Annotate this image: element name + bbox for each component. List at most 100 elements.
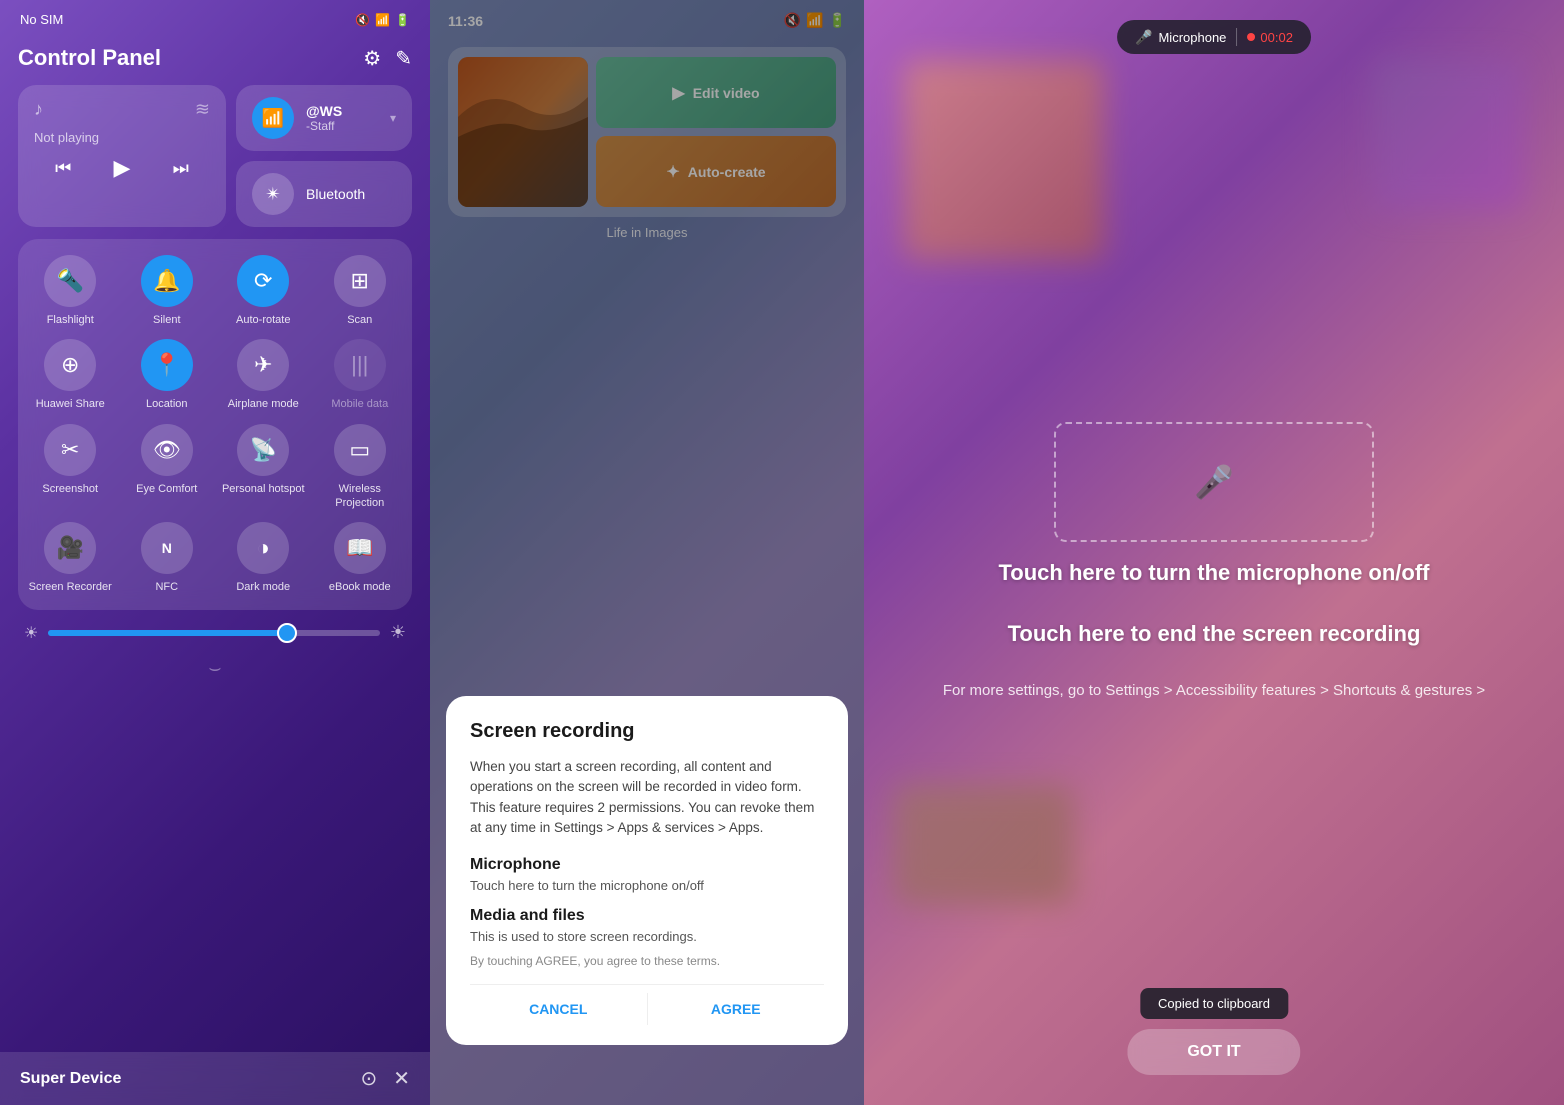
bluetooth-icon: ✴ xyxy=(265,184,280,205)
screenshot-toggle[interactable]: ✂ Screenshot xyxy=(28,424,113,511)
wifi-widget[interactable]: 📶 @WS -Staff ▾ xyxy=(236,85,412,151)
quick-toggles-grid: 🔦 Flashlight 🔔 Silent ⟳ Auto-rotate ⊞ xyxy=(18,239,412,610)
autorotate-toggle[interactable]: ⟳ Auto-rotate xyxy=(221,255,306,327)
super-device-label: Super Device xyxy=(20,1070,121,1088)
media-controls: ⏮ ▶ ⏭ xyxy=(34,155,210,181)
location-icon-bg: 📍 xyxy=(141,339,193,391)
mic-dashed-rect: 🎤 xyxy=(1054,422,1374,542)
nfc-toggle[interactable]: N NFC xyxy=(125,522,210,594)
autorotate-icon-bg: ⟳ xyxy=(237,255,289,307)
nfc-label: NFC xyxy=(155,580,178,594)
screen-recorder-icon-bg: 🎥 xyxy=(44,522,96,574)
music-icon: ♪ xyxy=(34,99,43,120)
brightness-high-icon: ☀ xyxy=(390,622,406,643)
hotspot-icon: 📡 xyxy=(250,437,277,463)
got-it-button[interactable]: GOT IT xyxy=(1127,1029,1300,1075)
mobile-data-toggle[interactable]: ||| Mobile data xyxy=(318,339,403,411)
right-widgets: 📶 @WS -Staff ▾ ✴ Bluetooth xyxy=(236,85,412,227)
battery-icon: 🔋 xyxy=(395,13,410,27)
agree-button[interactable]: AGREE xyxy=(648,989,825,1029)
drag-handle: ⌣ xyxy=(18,657,412,680)
ebook-icon-bg: 📖 xyxy=(334,522,386,574)
play-button[interactable]: ▶ xyxy=(114,155,131,181)
status-bar-1: No SIM 🔇 📶 🔋 xyxy=(0,0,430,35)
brightness-fill xyxy=(48,630,287,636)
scan-icon: ⊞ xyxy=(351,268,369,294)
mic-pill-left: 🎤 Microphone xyxy=(1135,29,1226,46)
bluetooth-widget[interactable]: ✴ Bluetooth xyxy=(236,161,412,227)
silent-toggle[interactable]: 🔔 Silent xyxy=(125,255,210,327)
dialog-buttons: CANCEL AGREE xyxy=(470,989,824,1029)
brightness-slider[interactable] xyxy=(48,630,380,636)
cp-header-icons: ⚙ ✎ xyxy=(363,46,412,71)
media-section-title: Media and files xyxy=(470,907,824,925)
settings-icon[interactable]: ⚙ xyxy=(363,46,381,71)
dark-mode-icon-bg: ◑ xyxy=(237,522,289,574)
flashlight-icon: 🔦 xyxy=(57,268,84,294)
scan-label: Scan xyxy=(347,313,372,327)
flashlight-toggle[interactable]: 🔦 Flashlight xyxy=(28,255,113,327)
screenshot-icon: ✂ xyxy=(61,437,79,463)
hotspot-toggle[interactable]: 📡 Personal hotspot xyxy=(221,424,306,511)
settings-note-text: For more settings, go to Settings > Acce… xyxy=(943,680,1485,703)
hotspot-icon-bg: 📡 xyxy=(237,424,289,476)
screen-recorder-label: Screen Recorder xyxy=(29,580,112,594)
dialog-title: Screen recording xyxy=(470,720,824,743)
huawei-share-toggle[interactable]: ⊕ Huawei Share xyxy=(28,339,113,411)
screen-recording-dialog: Screen recording When you start a screen… xyxy=(446,696,848,1045)
clipboard-toast: Copied to clipboard xyxy=(1140,988,1288,1019)
scan-toggle[interactable]: ⊞ Scan xyxy=(318,255,403,327)
huawei-share-icon-bg: ⊕ xyxy=(44,339,96,391)
carrier-label: No SIM xyxy=(20,12,63,27)
media-widget[interactable]: ♪ ≋ Not playing ⏮ ▶ ⏭ xyxy=(18,85,226,227)
instructions-content: 🎤 Touch here to turn the microphone on/o… xyxy=(864,0,1564,1105)
wireless-projection-toggle[interactable]: ▭ Wireless Projection xyxy=(318,424,403,511)
cp-title: Control Panel xyxy=(18,45,161,71)
bluetooth-label: Bluetooth xyxy=(306,186,365,202)
mobile-data-icon-bg: ||| xyxy=(334,339,386,391)
dialog-divider xyxy=(470,984,824,985)
dark-mode-toggle[interactable]: ◑ Dark mode xyxy=(221,522,306,594)
mic-large-icon: 🎤 xyxy=(1194,463,1234,501)
end-recording-text: Touch here to end the screen recording xyxy=(1008,619,1421,650)
dialog-overlay: Screen recording When you start a screen… xyxy=(430,0,864,1105)
wireless-proj-label: Wireless Projection xyxy=(318,482,403,511)
rec-time: 00:02 xyxy=(1260,30,1293,45)
eye-comfort-icon-bg: 👁 xyxy=(141,424,193,476)
eye-comfort-toggle[interactable]: 👁 Eye Comfort xyxy=(125,424,210,511)
cancel-button[interactable]: CANCEL xyxy=(470,989,647,1029)
not-playing-label: Not playing xyxy=(34,130,210,145)
wave-icon: ≋ xyxy=(195,99,210,120)
media-section-desc: This is used to store screen recordings. xyxy=(470,929,824,944)
super-device-icons: ⊙ ✕ xyxy=(360,1066,410,1091)
brightness-thumb xyxy=(277,623,297,643)
wifi-name: @WS xyxy=(306,103,378,119)
location-toggle[interactable]: 📍 Location xyxy=(125,339,210,411)
edit-icon[interactable]: ✎ xyxy=(395,46,412,71)
silent-icon: 🔔 xyxy=(153,268,180,294)
airplane-toggle[interactable]: ✈ Airplane mode xyxy=(221,339,306,411)
super-device-target-icon[interactable]: ⊙ xyxy=(360,1066,377,1091)
airplane-icon: ✈ xyxy=(254,352,272,378)
super-device-close-icon[interactable]: ✕ xyxy=(393,1066,410,1091)
scan-icon-bg: ⊞ xyxy=(334,255,386,307)
airplane-label: Airplane mode xyxy=(228,397,299,411)
dialog-body: When you start a screen recording, all c… xyxy=(470,757,824,838)
got-it-area: Copied to clipboard GOT IT xyxy=(1127,988,1300,1075)
brightness-row: ☀ ☀ xyxy=(18,622,412,643)
ebook-mode-toggle[interactable]: 📖 eBook mode xyxy=(318,522,403,594)
media-top: ♪ ≋ xyxy=(34,99,210,120)
nfc-icon: N xyxy=(162,540,172,556)
eye-comfort-icon: 👁 xyxy=(153,437,181,463)
screen-recorder-toggle[interactable]: 🎥 Screen Recorder xyxy=(28,522,113,594)
screenshot-label: Screenshot xyxy=(42,482,98,496)
mic-indicator-pill[interactable]: 🎤 Microphone 00:02 xyxy=(1117,20,1311,54)
prev-button[interactable]: ⏮ xyxy=(55,158,71,179)
super-device-bar: Super Device ⊙ ✕ xyxy=(0,1052,430,1105)
agree-terms-text: By touching AGREE, you agree to these te… xyxy=(470,954,824,968)
screen-recorder-icon: 🎥 xyxy=(57,535,84,561)
next-button[interactable]: ⏭ xyxy=(173,158,189,179)
control-panel: No SIM 🔇 📶 🔋 Control Panel ⚙ ✎ ♪ ≋ Not p… xyxy=(0,0,430,1105)
mic-label: Microphone xyxy=(1158,30,1226,45)
hotspot-label: Personal hotspot xyxy=(222,482,305,496)
